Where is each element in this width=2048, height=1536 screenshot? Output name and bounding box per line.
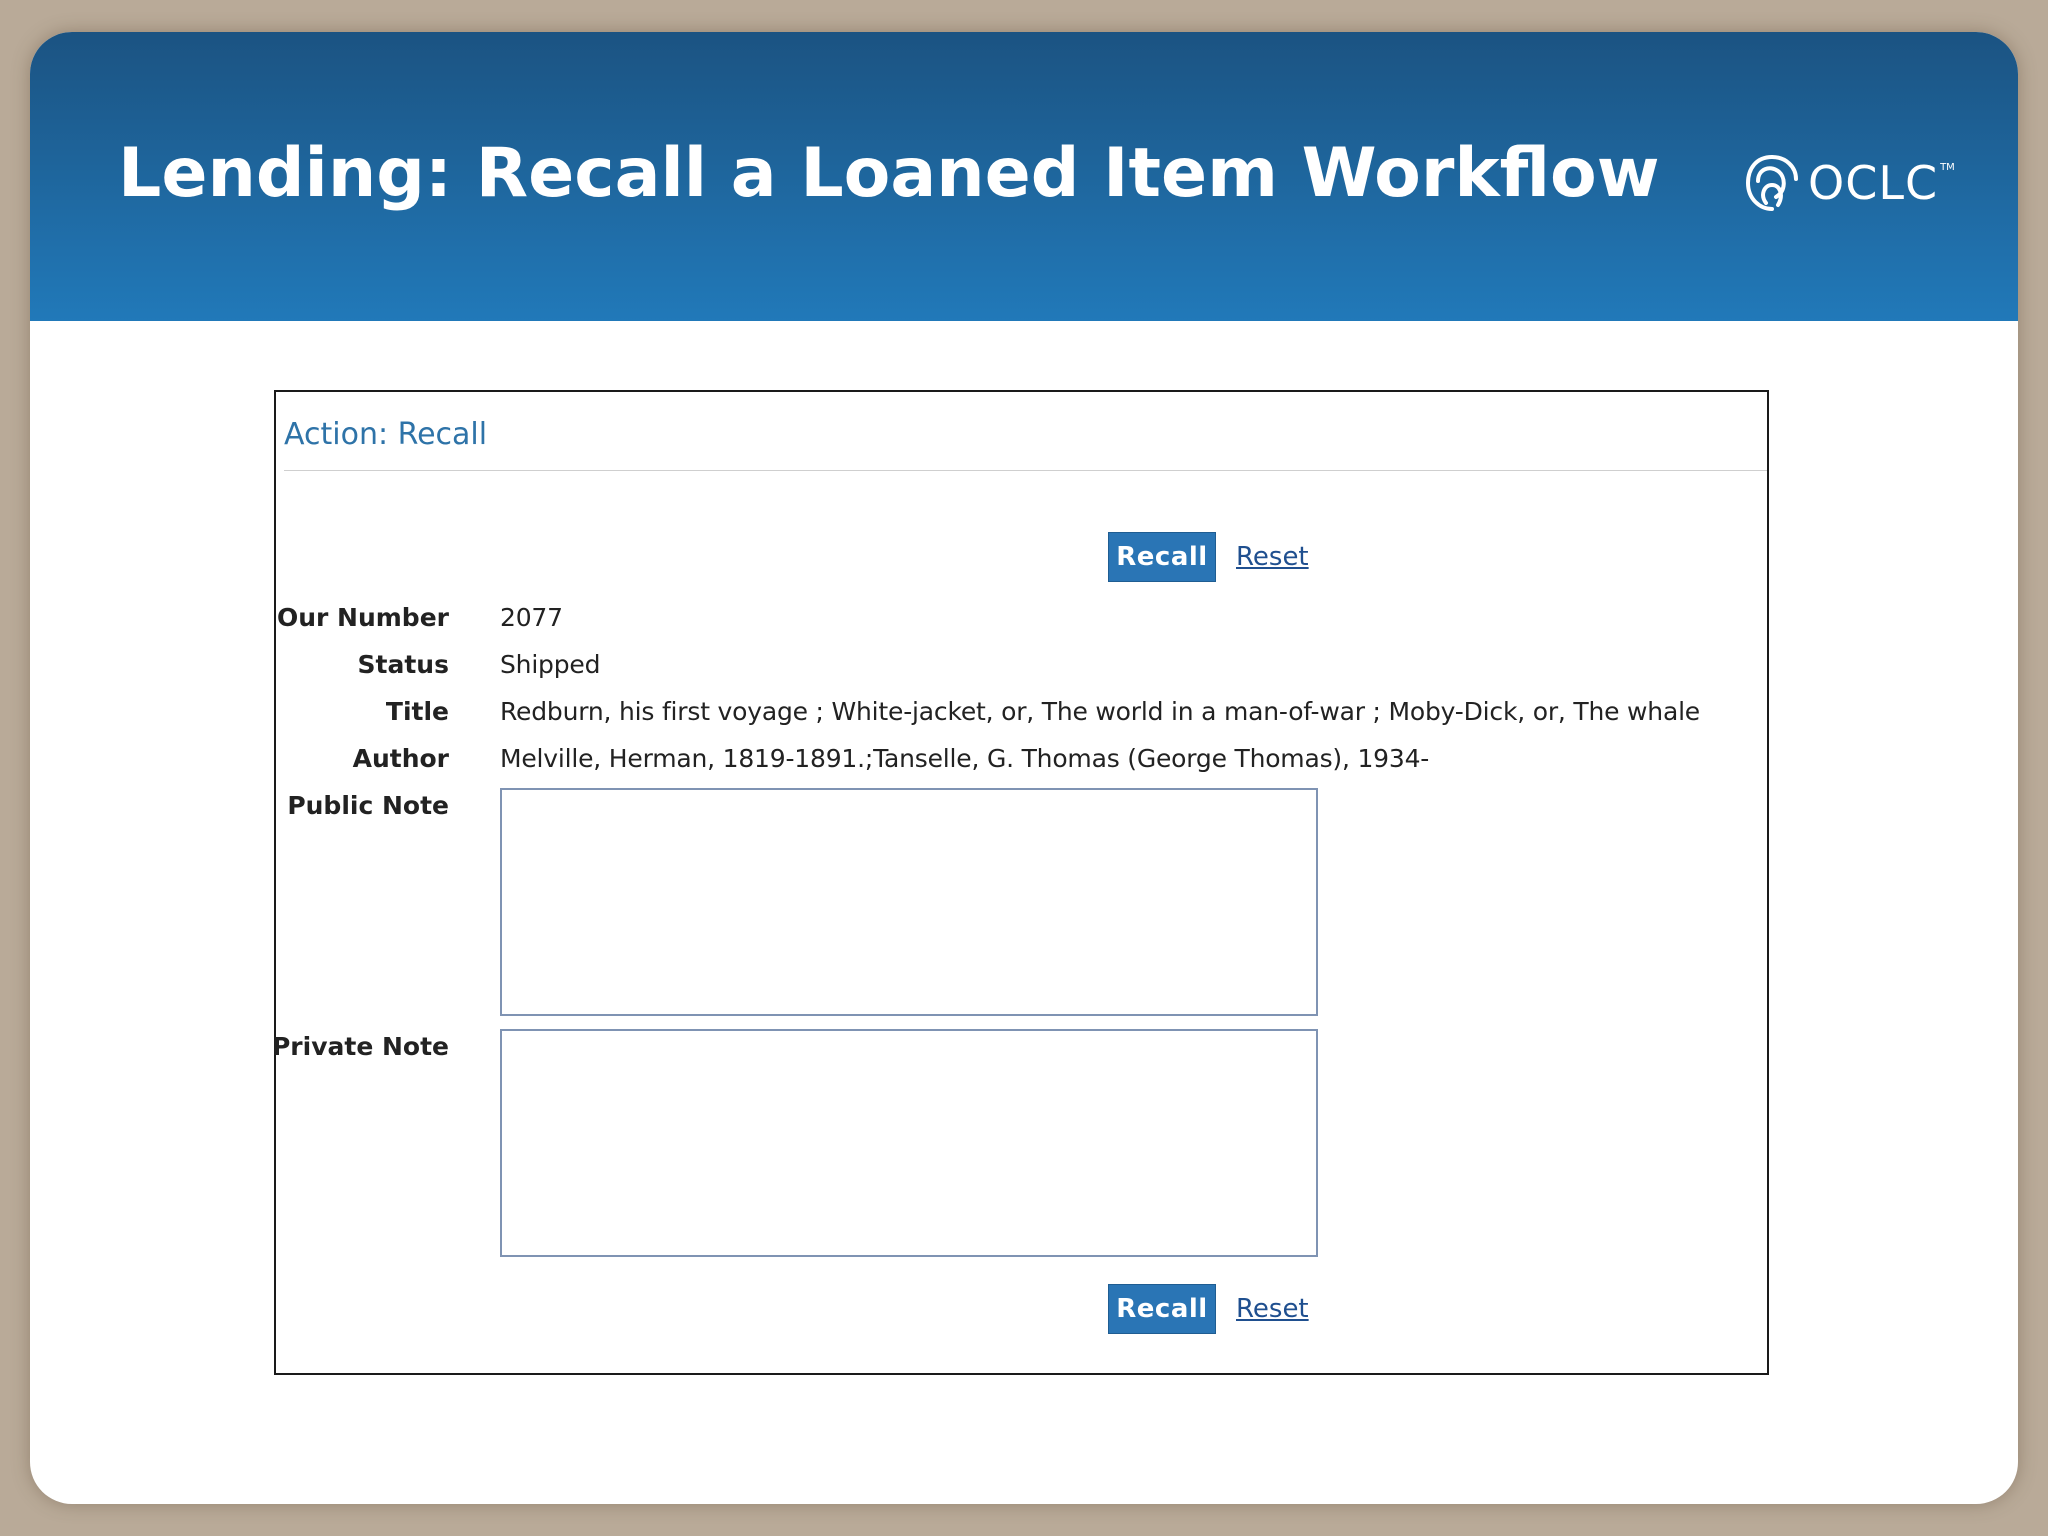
- slide: Lending: Recall a Loaned Item Workflow O…: [30, 32, 2018, 1504]
- oclc-logo-text: OCLC: [1808, 156, 1939, 210]
- reset-link-bottom[interactable]: Reset: [1236, 1294, 1309, 1324]
- trademark-mark: TM: [1940, 162, 1955, 173]
- recall-button-bottom[interactable]: Recall: [1108, 1284, 1216, 1334]
- header-divider: [284, 470, 1767, 471]
- private-note-textarea[interactable]: [500, 1029, 1318, 1257]
- action-heading: Action: Recall: [284, 417, 488, 452]
- status-value: Shipped: [500, 650, 601, 679]
- slide-title: Lending: Recall a Loaned Item Workflow: [118, 134, 1660, 213]
- recall-form-panel: Action: Recall Recall Reset Our Number 2…: [271, 390, 1769, 1375]
- oclc-logo-icon: [1745, 155, 1798, 211]
- top-button-row: Recall Reset: [1108, 532, 1309, 582]
- bottom-button-row: Recall Reset: [1108, 1284, 1309, 1334]
- public-note-textarea[interactable]: [500, 788, 1318, 1016]
- private-note-label: Private Note: [271, 1032, 449, 1061]
- recall-button-top[interactable]: Recall: [1108, 532, 1216, 582]
- oclc-logo: OCLC TM: [1742, 148, 1955, 218]
- our-number-label: Our Number: [276, 603, 449, 632]
- our-number-value: 2077: [500, 603, 563, 632]
- title-banner: Lending: Recall a Loaned Item Workflow O…: [30, 32, 2018, 321]
- title-value: Redburn, his first voyage ; White-jacket…: [500, 697, 1700, 726]
- author-value: Melville, Herman, 1819-1891.;Tanselle, G…: [500, 744, 1430, 773]
- title-label: Title: [385, 697, 449, 726]
- reset-link-top[interactable]: Reset: [1236, 542, 1309, 572]
- status-label: Status: [357, 650, 449, 679]
- public-note-label: Public Note: [287, 791, 449, 820]
- author-label: Author: [352, 744, 449, 773]
